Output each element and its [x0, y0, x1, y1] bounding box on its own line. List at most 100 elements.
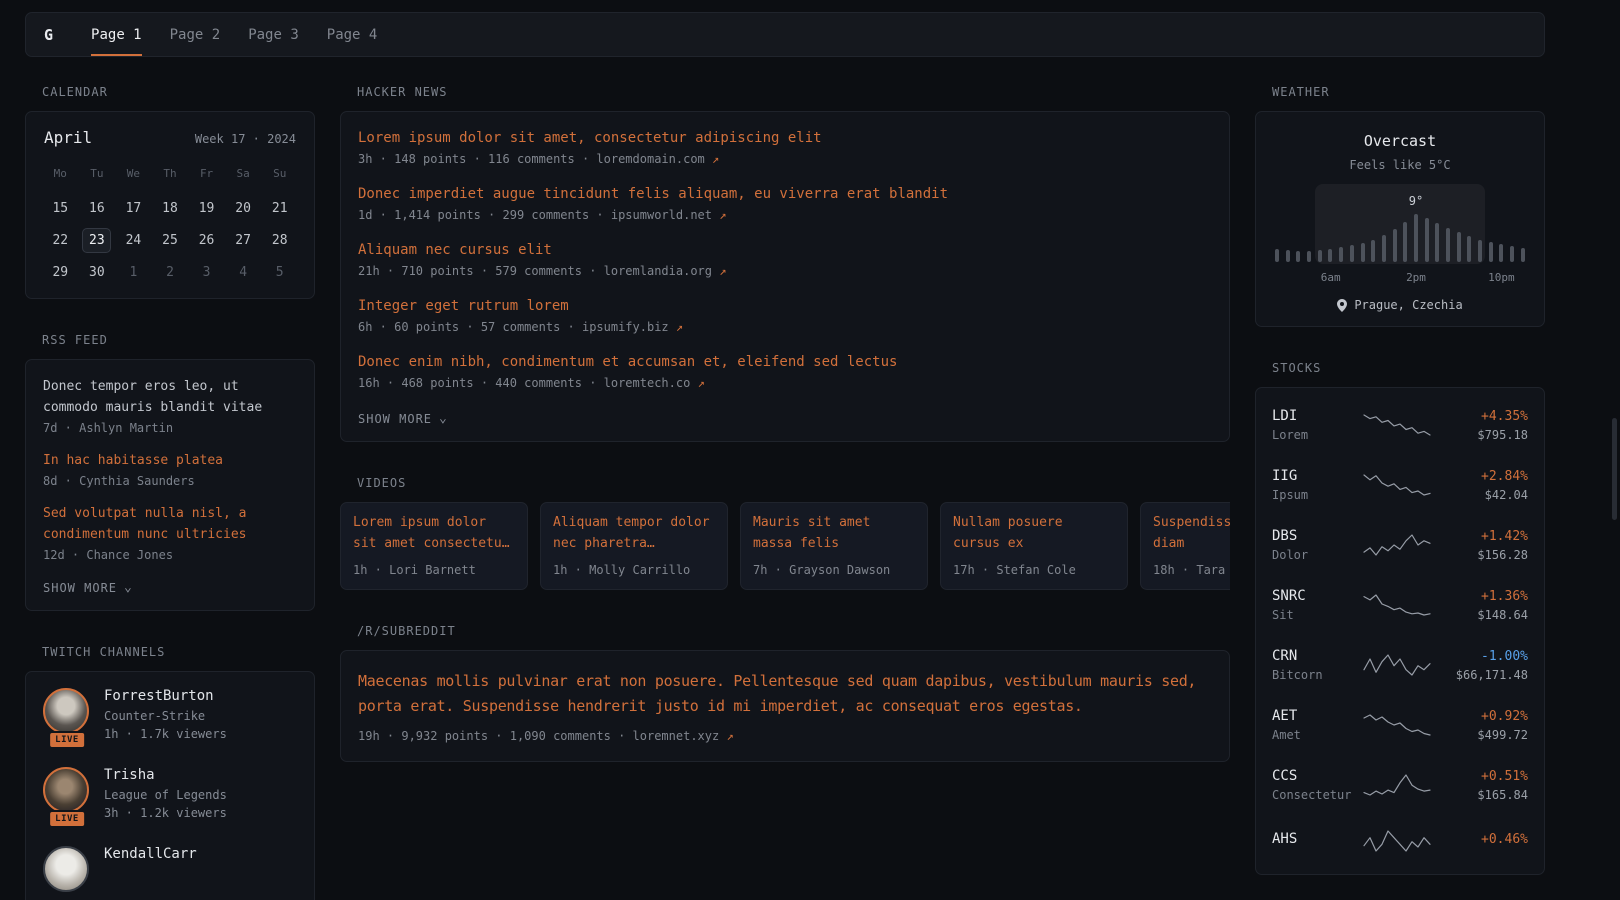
tab-page-3[interactable]: Page 3	[248, 13, 299, 56]
weather-bar	[1286, 250, 1290, 262]
hn-item-title[interactable]: Integer eget rutrum lorem	[358, 296, 1212, 317]
avatar	[43, 688, 89, 734]
calendar-day: 3	[188, 256, 225, 288]
stock-change: +0.46%	[1434, 832, 1528, 847]
external-link-icon: ↗	[719, 264, 726, 278]
stock-price: $795.18	[1434, 428, 1528, 442]
stock-name: Amet	[1272, 728, 1360, 742]
external-link-icon: ↗	[676, 320, 683, 334]
stock-row[interactable]: CCS Consectetur +0.51% $165.84	[1272, 755, 1528, 815]
tab-page-1[interactable]: Page 1	[91, 13, 142, 56]
video-meta: 18h · Tara	[1153, 563, 1230, 577]
hn-item-title[interactable]: Donec enim nibh, condimentum et accumsan…	[358, 352, 1212, 373]
stocks-section-title: STOCKS	[1272, 361, 1545, 375]
weather-bar	[1328, 249, 1332, 262]
hn-item: Lorem ipsum dolor sit amet, consectetur …	[358, 128, 1212, 166]
weather-bar	[1457, 232, 1461, 262]
twitch-channels: LIVE ForrestBurton Counter-Strike 1h · 1…	[25, 671, 315, 900]
rss-item-title[interactable]: In hac habitasse platea	[43, 450, 297, 471]
calendar-day: 29	[42, 256, 79, 288]
videos-widget: VIDEOS Lorem ipsum dolor sit amet consec…	[340, 476, 1230, 590]
video-title[interactable]: Mauris sit amet massa felis	[753, 513, 915, 555]
stock-row[interactable]: DBS Dolor +1.42% $156.28	[1272, 515, 1528, 575]
stock-row[interactable]: SNRC Sit +1.36% $148.64	[1272, 575, 1528, 635]
channel-meta: 1h · 1.7k viewers	[104, 727, 227, 741]
calendar-day: 24	[115, 224, 152, 256]
stock-change: +1.42%	[1434, 529, 1528, 544]
stock-sparkline	[1361, 712, 1433, 738]
hn-item-title[interactable]: Lorem ipsum dolor sit amet, consectetur …	[358, 128, 1212, 149]
stock-row[interactable]: AHS +0.46%	[1272, 815, 1528, 867]
weather-bar	[1393, 229, 1397, 262]
twitch-section-title: TWITCH CHANNELS	[42, 645, 315, 659]
external-link-icon: ↗	[726, 729, 733, 743]
weekday-label: Fr	[188, 159, 225, 192]
tab-page-4[interactable]: Page 4	[327, 13, 378, 56]
calendar-day: 25	[152, 224, 189, 256]
reddit-post-title[interactable]: Maecenas mollis pulvinar erat non posuer…	[358, 669, 1212, 720]
rss-item-meta: 12d · Chance Jones	[43, 548, 297, 562]
weather-section-title: WEATHER	[1272, 85, 1545, 99]
weather-location-label: Prague, Czechia	[1354, 298, 1462, 312]
calendar-day: 5	[261, 256, 298, 288]
rss-section-title: RSS FEED	[42, 333, 315, 347]
reddit-post-meta: 19h · 9,932 points · 1,090 comments · lo…	[358, 729, 1212, 743]
rss-widget: RSS FEED Donec tempor eros leo, ut commo…	[25, 333, 315, 611]
hn-show-more-button[interactable]: SHOW MORE ⌄	[358, 412, 448, 426]
stock-sparkline	[1361, 828, 1433, 854]
calendar-month: April	[44, 128, 92, 147]
dashboard-page: G Page 1 Page 2 Page 3 Page 4 CALENDAR A…	[25, 0, 1545, 900]
video-meta: 1h · Molly Carrillo	[553, 563, 715, 577]
stock-sparkline	[1361, 652, 1433, 678]
scrollbar[interactable]	[1612, 418, 1617, 520]
hn-item: Donec imperdiet augue tincidunt felis al…	[358, 184, 1212, 222]
stock-row[interactable]: IIG Ipsum +2.84% $42.04	[1272, 455, 1528, 515]
weather-bar	[1307, 251, 1311, 262]
weather-bars	[1272, 196, 1528, 262]
stock-name: Lorem	[1272, 428, 1360, 442]
stock-sparkline	[1361, 412, 1433, 438]
stock-price: $156.28	[1434, 548, 1528, 562]
video-meta: 17h · Stefan Cole	[953, 563, 1115, 577]
tab-page-2[interactable]: Page 2	[170, 13, 221, 56]
hn-meta-text: 6h · 60 points · 57 comments · ipsumify.…	[358, 320, 669, 334]
video-title[interactable]: Lorem ipsum dolor sit amet consectetu…	[353, 513, 515, 555]
weather-location: Prague, Czechia	[1272, 298, 1528, 312]
avatar-wrap: LIVE	[43, 688, 91, 741]
calendar-day: 18	[152, 192, 189, 224]
weather-bar	[1499, 244, 1503, 262]
app-logo[interactable]: G	[44, 13, 53, 56]
stock-change: +0.92%	[1434, 709, 1528, 724]
page-tabs: Page 1 Page 2 Page 3 Page 4	[91, 13, 377, 56]
topbar: G Page 1 Page 2 Page 3 Page 4	[25, 12, 1545, 57]
stock-row[interactable]: AET Amet +0.92% $499.72	[1272, 695, 1528, 755]
calendar-day: 26	[188, 224, 225, 256]
rss-item-title[interactable]: Donec tempor eros leo, ut commodo mauris…	[43, 376, 297, 418]
video-card: Mauris sit amet massa felis 7h · Grayson…	[740, 502, 928, 590]
stock-sparkline	[1361, 532, 1433, 558]
weather-bar	[1350, 245, 1354, 262]
video-title[interactable]: Suspendisse diam	[1153, 513, 1230, 555]
rss-show-more-button[interactable]: SHOW MORE ⌄	[43, 581, 133, 595]
hn-item-title[interactable]: Donec imperdiet augue tincidunt felis al…	[358, 184, 1212, 205]
stock-row[interactable]: CRN Bitcorn -1.00% $66,171.48	[1272, 635, 1528, 695]
stock-sparkline	[1361, 772, 1433, 798]
rss-feed: Donec tempor eros leo, ut commodo mauris…	[25, 359, 315, 611]
rss-item-title[interactable]: Sed volutpat nulla nisl, a condimentum n…	[43, 503, 297, 545]
hn-item-meta: 6h · 60 points · 57 comments · ipsumify.…	[358, 320, 1212, 334]
weather-time-label: 10pm	[1488, 271, 1515, 284]
show-more-label: SHOW MORE	[43, 581, 117, 595]
video-title[interactable]: Nullam posuere cursus ex	[953, 513, 1115, 555]
twitch-channel-row[interactable]: LIVE ForrestBurton Counter-Strike 1h · 1…	[43, 688, 297, 741]
calendar-grid: Mo Tu We Th Fr Sa Su 15 16 17 18 19 20 2…	[42, 159, 298, 288]
hn-item-meta: 21h · 710 points · 579 comments · loreml…	[358, 264, 1212, 278]
stock-ticker: CCS	[1272, 768, 1360, 784]
calendar-day: 20	[225, 192, 262, 224]
twitch-channel-row[interactable]: LIVE Trisha League of Legends 3h · 1.2k …	[43, 767, 297, 820]
twitch-channel-row[interactable]: KendallCarr	[43, 846, 297, 892]
video-meta: 1h · Lori Barnett	[353, 563, 515, 577]
calendar-widget: CALENDAR April Week 17 · 2024 Mo Tu We T…	[25, 85, 315, 299]
video-title[interactable]: Aliquam tempor dolor nec pharetra…	[553, 513, 715, 555]
stock-row[interactable]: LDI Lorem +4.35% $795.18	[1272, 395, 1528, 455]
hn-item-title[interactable]: Aliquam nec cursus elit	[358, 240, 1212, 261]
